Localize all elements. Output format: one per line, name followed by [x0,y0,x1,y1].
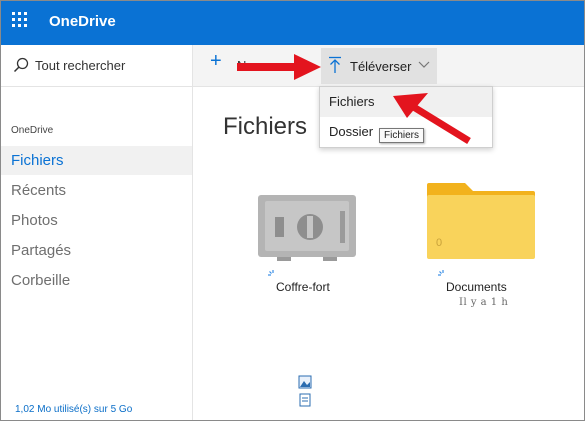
sidebar-section-label: OneDrive [11,125,54,136]
new-button-label: Nouveau [237,58,290,73]
folder-item-count: 0 [436,237,443,249]
sync-icon [438,270,444,276]
upload-button-label: Téléverser [350,59,412,74]
search-icon [13,57,29,73]
folder-name: Documents [446,280,507,294]
sidebar-item-recents[interactable]: Récents [1,176,192,205]
vault-tile[interactable]: Coffre-fort [251,187,361,297]
sidebar-item-fichiers[interactable]: Fichiers [1,146,192,175]
search-label: Tout rechercher [35,58,126,73]
sidebar-item-partages[interactable]: Partagés [1,236,192,265]
storage-quota-link[interactable]: 1,02 Mo utilisé(s) sur 5 Go [15,404,132,415]
search-box[interactable]: Tout rechercher [1,45,192,87]
top-bar: OneDrive [1,1,584,45]
document-file-icon [299,393,311,407]
vault-name: Coffre-fort [276,280,330,294]
folder-modified-time: Il y a 1 h [459,297,509,308]
image-file-icon [298,375,312,389]
folder-tile-documents[interactable]: 0 Documents Il y a 1 h [423,181,537,311]
chevron-down-icon [418,61,430,68]
command-bar: + Nouveau Téléverser [193,45,584,87]
plus-icon: + [210,50,222,72]
upload-icon [329,56,341,73]
upload-menu-item-files[interactable]: Fichiers [320,87,492,117]
onedrive-window: OneDrive Tout rechercher OneDrive Fichie… [0,0,585,421]
sidebar-item-photos[interactable]: Photos [1,206,192,235]
page-title: Fichiers [223,113,308,140]
upload-button[interactable]: Téléverser [321,48,437,84]
sidebar-item-corbeille[interactable]: Corbeille [1,266,192,295]
sidebar: Tout rechercher OneDrive Fichiers Récent… [1,45,193,420]
vault-icon [258,195,356,261]
sync-icon [268,270,274,276]
folder-icon [427,183,535,259]
waffle-icon[interactable] [9,9,35,35]
app-title[interactable]: OneDrive [49,13,116,30]
tooltip: Fichiers [379,128,425,143]
